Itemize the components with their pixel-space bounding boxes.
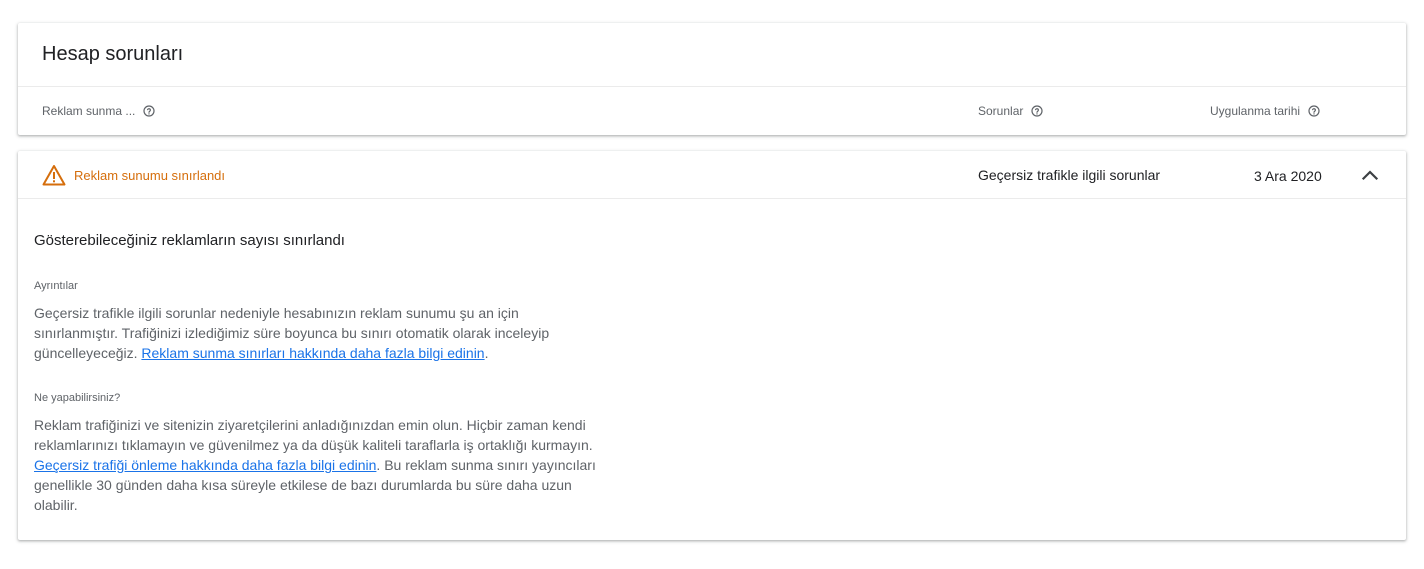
chevron-up-icon[interactable] <box>1358 163 1382 187</box>
ad-serving-limits-link[interactable]: Reklam sunma sınırları hakkında daha faz… <box>141 345 484 361</box>
action-text: Reklam trafiğinizi ve sitenizin ziyaretç… <box>34 417 593 453</box>
column-header-applied-date: Uygulanma tarihi <box>1210 104 1320 118</box>
account-issues-header-card: Hesap sorunları Reklam sunma ... Sorunla… <box>18 23 1406 135</box>
help-circle-icon[interactable] <box>1031 105 1043 117</box>
issue-date: 3 Ara 2020 <box>1254 168 1322 184</box>
issue-detail-title: Gösterebileceğiniz reklamların sayısı sı… <box>34 232 345 249</box>
details-end: . <box>484 345 489 361</box>
details-paragraph: Geçersiz trafikle ilgili sorunlar nedeni… <box>34 303 604 363</box>
column-header-issues: Sorunlar <box>978 104 1043 118</box>
help-circle-icon[interactable] <box>143 105 155 117</box>
column-header-ad-serving: Reklam sunma ... <box>42 104 155 118</box>
details-label: Ayrıntılar <box>34 280 78 292</box>
column-header-label: Uygulanma tarihi <box>1210 104 1301 118</box>
what-you-can-do-label: Ne yapabilirsiniz? <box>34 392 121 404</box>
header-divider <box>18 86 1406 87</box>
action-paragraph: Reklam trafiğinizi ve sitenizin ziyaretç… <box>34 415 604 515</box>
warning-triangle-icon <box>42 165 66 186</box>
column-header-label: Sorunlar <box>978 104 1024 118</box>
issue-type: Geçersiz trafikle ilgili sorunlar <box>978 167 1161 183</box>
invalid-traffic-link[interactable]: Geçersiz trafiği önleme hakkında daha fa… <box>34 457 376 473</box>
page-title: Hesap sorunları <box>42 43 184 65</box>
help-circle-icon[interactable] <box>1308 105 1320 117</box>
issue-status: Reklam sunumu sınırlandı <box>74 168 226 183</box>
issue-row[interactable]: Reklam sunumu sınırlandı Geçersiz trafik… <box>18 151 1406 199</box>
column-header-label: Reklam sunma ... <box>42 104 136 118</box>
issue-card: Reklam sunumu sınırlandı Geçersiz trafik… <box>18 151 1406 540</box>
